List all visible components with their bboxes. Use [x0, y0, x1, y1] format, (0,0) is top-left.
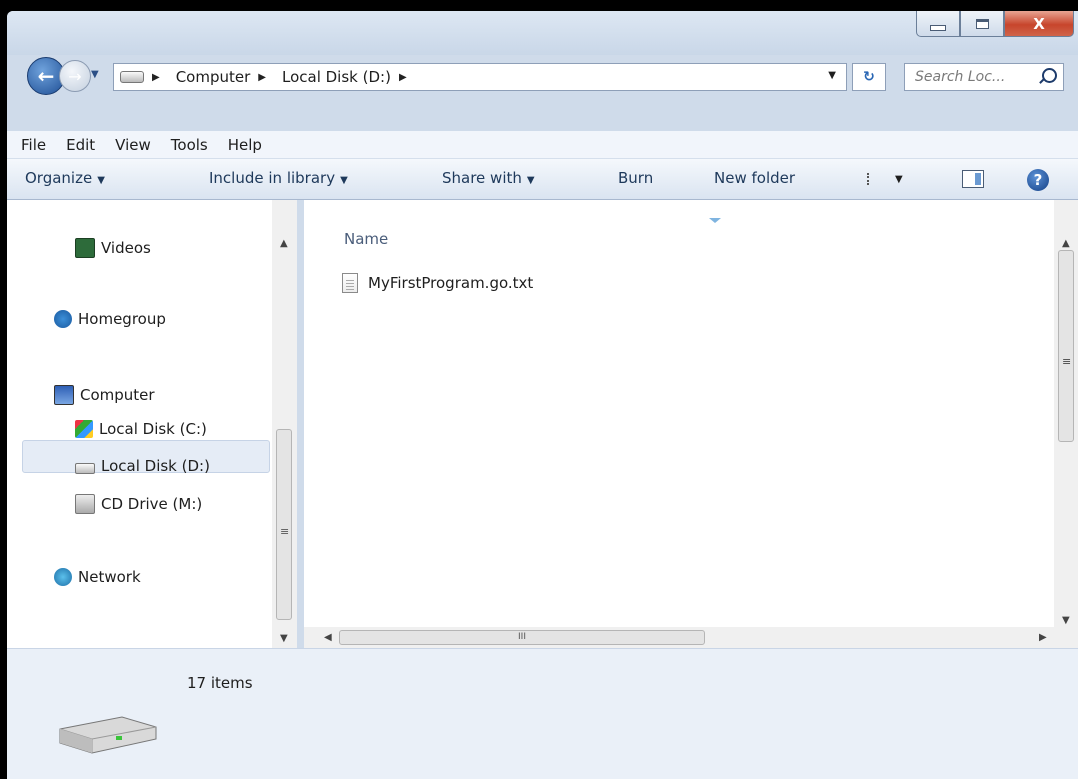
menu-tools[interactable]: Tools: [171, 136, 208, 154]
breadcrumb-computer[interactable]: Computer ▶: [176, 68, 274, 86]
file-name: MyFirstProgram.go.txt: [368, 274, 534, 292]
include-in-library-button[interactable]: Include in library ▼: [209, 169, 348, 187]
view-options-dropdown[interactable]: ▼: [895, 174, 903, 185]
scroll-down-icon[interactable]: ▼: [280, 633, 288, 644]
chevron-right-icon: ▶: [398, 71, 407, 83]
close-icon: X: [1033, 14, 1045, 33]
scroll-up-icon[interactable]: ▲: [1062, 238, 1070, 249]
menu-view[interactable]: View: [115, 136, 151, 154]
caption-buttons: X: [916, 11, 1074, 37]
command-bar: Organize ▼ Include in library ▼ Share with…: [7, 159, 1078, 200]
scrollbar-thumb[interactable]: III: [339, 630, 705, 645]
forward-arrow-icon: →: [68, 66, 82, 86]
chevron-down-icon: ▼: [340, 175, 348, 186]
refresh-button[interactable]: ↻: [852, 63, 886, 91]
nav-item-videos[interactable]: Videos: [75, 238, 151, 258]
navigation-pane: Videos Homegroup Computer Local Disk (C:…: [7, 200, 297, 648]
details-pane: 17 items: [7, 648, 1078, 779]
maximize-button[interactable]: [960, 11, 1004, 37]
burn-button[interactable]: Burn: [618, 169, 653, 187]
minimize-button[interactable]: [916, 11, 960, 37]
view-options-icon[interactable]: [867, 173, 883, 185]
scroll-right-icon[interactable]: ▶: [1039, 632, 1047, 643]
film-strip-icon: [75, 238, 95, 258]
scroll-up-icon[interactable]: ▲: [280, 238, 288, 249]
menu-edit[interactable]: Edit: [66, 136, 95, 154]
address-bar[interactable]: ▶ Computer ▶ Local Disk (D:) ▶ ▼: [113, 63, 847, 91]
address-dropdown-button[interactable]: ▼: [828, 70, 836, 81]
file-item[interactable]: MyFirstProgram.go.txt: [342, 273, 533, 293]
scroll-down-icon[interactable]: ▼: [1062, 615, 1070, 626]
nav-item-cd-drive[interactable]: CD Drive (M:): [75, 494, 202, 514]
hard-drive-icon: [59, 716, 157, 754]
menu-bar: File Edit View Tools Help: [7, 131, 1078, 159]
breadcrumb-local-disk-d[interactable]: Local Disk (D:) ▶: [282, 68, 415, 86]
chevron-right-icon: ▶: [258, 71, 266, 83]
back-arrow-icon: ←: [37, 64, 55, 88]
text-file-icon: [342, 273, 358, 293]
refresh-icon: ↻: [863, 69, 875, 85]
chevron-down-icon: ▼: [97, 175, 105, 186]
preview-pane-icon[interactable]: [962, 170, 984, 188]
network-icon: [54, 568, 72, 586]
chevron-right-icon: ▶: [152, 71, 160, 83]
navigation-pane-scrollbar[interactable]: ▲ ≡ ▼: [272, 200, 297, 648]
recent-pages-dropdown[interactable]: ▼: [91, 69, 105, 83]
chevron-down-icon: ▼: [526, 175, 535, 186]
organize-button[interactable]: Organize ▼: [25, 169, 105, 187]
file-list-vertical-scrollbar[interactable]: ▲ ≡ ▼: [1054, 200, 1078, 648]
cd-drive-icon: [75, 494, 95, 514]
minimize-icon: [930, 24, 946, 31]
share-with-button[interactable]: Share with ▼: [442, 169, 535, 187]
drive-icon: [120, 71, 144, 83]
scroll-left-icon[interactable]: ◀: [324, 632, 332, 643]
nav-item-homegroup[interactable]: Homegroup: [54, 310, 166, 328]
nav-item-local-disk-c[interactable]: Local Disk (C:): [75, 420, 207, 438]
menu-help[interactable]: Help: [228, 136, 262, 154]
windows-drive-icon: [75, 420, 93, 438]
scrollbar-grip-icon: ≡: [280, 525, 290, 538]
search-icon: [1042, 68, 1057, 83]
file-list-horizontal-scrollbar[interactable]: ◀ III ▶: [304, 627, 1054, 648]
file-list: Name MyFirstProgram.go.txt: [304, 200, 1054, 648]
navigation-row: ← → ▼ ▶ Computer ▶ Local Disk (D:) ▶ ▼ ↻ S…: [7, 55, 1078, 99]
sort-indicator-icon: [709, 218, 721, 223]
forward-button[interactable]: →: [59, 60, 91, 92]
nav-item-network[interactable]: Network: [54, 568, 141, 586]
computer-icon: [54, 385, 74, 405]
search-input[interactable]: Search Loc...: [904, 63, 1064, 91]
scrollbar-grip-icon: ≡: [1062, 355, 1072, 368]
explorer-window: X ← → ▼ ▶ Computer ▶ Local Disk (D:) ▶ ▼ ↻…: [7, 11, 1078, 779]
new-folder-button[interactable]: New folder: [714, 169, 795, 187]
title-bar[interactable]: X: [7, 11, 1078, 55]
help-icon[interactable]: ?: [1027, 169, 1049, 191]
breadcrumb-root[interactable]: ▶: [152, 72, 168, 83]
column-header-name[interactable]: Name: [344, 230, 388, 248]
close-button[interactable]: X: [1004, 11, 1074, 37]
homegroup-icon: [54, 310, 72, 328]
nav-item-local-disk-d[interactable]: Local Disk (D:): [75, 457, 210, 475]
scrollbar-thumb[interactable]: [1058, 250, 1074, 442]
drive-icon: [75, 463, 95, 474]
nav-item-computer[interactable]: Computer: [54, 385, 155, 405]
maximize-icon: [975, 18, 989, 29]
search-placeholder: Search Loc...: [915, 69, 1006, 85]
item-count: 17 items: [187, 674, 253, 692]
menu-file[interactable]: File: [21, 136, 46, 154]
